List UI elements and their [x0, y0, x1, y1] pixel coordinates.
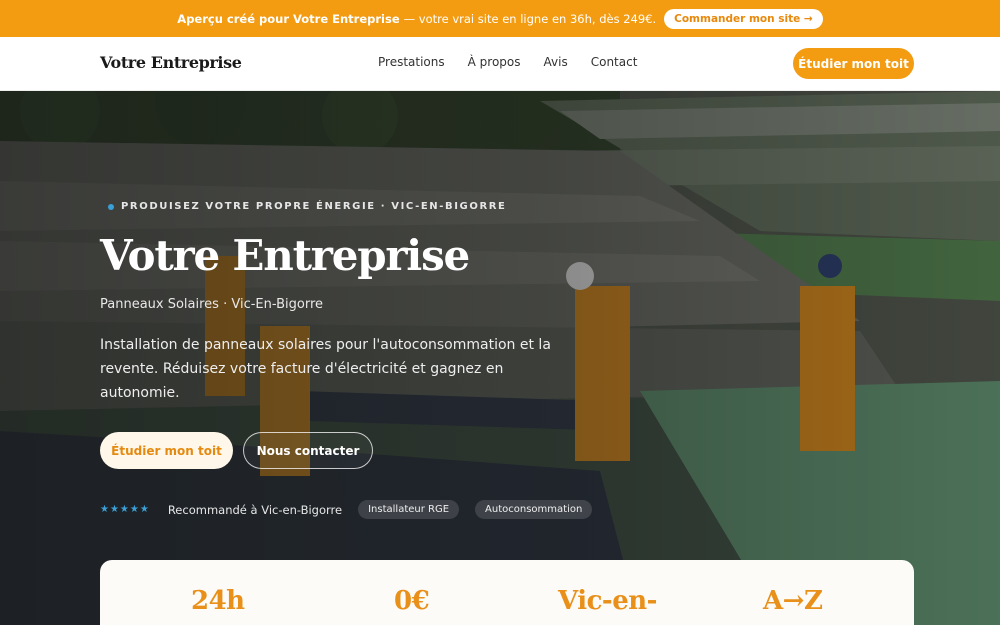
nav-links: Prestations À propos Avis Contact: [378, 55, 637, 69]
stat-value: Vic-en-: [558, 586, 657, 616]
nav-link-avis[interactable]: Avis: [544, 55, 568, 69]
nav-link-a-propos[interactable]: À propos: [468, 55, 521, 69]
promo-subtext: — votre vrai site en ligne en 36h, dès 2…: [403, 11, 657, 26]
stat-value: 0€: [394, 586, 430, 616]
badge-rge: Installateur RGE: [358, 500, 460, 519]
hero-eyebrow: PRODUISEZ VOTRE PROPRE ÉNERGIE · VIC-EN-…: [108, 201, 506, 212]
nav-study-roof-button[interactable]: Étudier mon toit: [793, 48, 914, 79]
rating-stars-icon: ★★★★★: [100, 504, 150, 515]
stats-card: 24h 0€ Vic-en- A→Z: [100, 560, 914, 625]
promo-bar: Aperçu créé pour Votre Entreprise — votr…: [0, 0, 1000, 37]
contact-us-button[interactable]: Nous contacter: [243, 432, 373, 469]
hero-title: Votre Entreprise: [100, 231, 470, 280]
badge-autoconsommation: Autoconsommation: [475, 500, 593, 519]
trust-text: Recommandé à Vic-en-Bigorre: [167, 502, 343, 517]
hero-description: Installation de panneaux solaires pour l…: [100, 337, 551, 401]
stat-value: A→Z: [763, 586, 823, 616]
study-roof-button[interactable]: Étudier mon toit: [100, 432, 233, 469]
trust-row: ★★★★★ Recommandé à Vic-en-Bigorre Instal…: [100, 500, 608, 519]
brand-logo[interactable]: Votre Entreprise: [100, 53, 242, 72]
nav-link-contact[interactable]: Contact: [591, 55, 638, 69]
stat-value: 24h: [191, 586, 245, 616]
eyebrow-text: PRODUISEZ VOTRE PROPRE ÉNERGIE · VIC-EN-…: [121, 201, 507, 212]
nav-link-prestations[interactable]: Prestations: [378, 55, 445, 69]
hero-subtitle: Panneaux Solaires · Vic-En-Bigorre: [100, 297, 323, 312]
promo-text: Aperçu créé pour Votre Entreprise: [177, 11, 400, 26]
hero-section: PRODUISEZ VOTRE PROPRE ÉNERGIE · VIC-EN-…: [0, 91, 1000, 625]
top-nav: Votre Entreprise Prestations À propos Av…: [0, 37, 1000, 91]
order-site-button[interactable]: Commander mon site →: [664, 8, 823, 29]
eyebrow-dot-icon: [108, 203, 114, 210]
